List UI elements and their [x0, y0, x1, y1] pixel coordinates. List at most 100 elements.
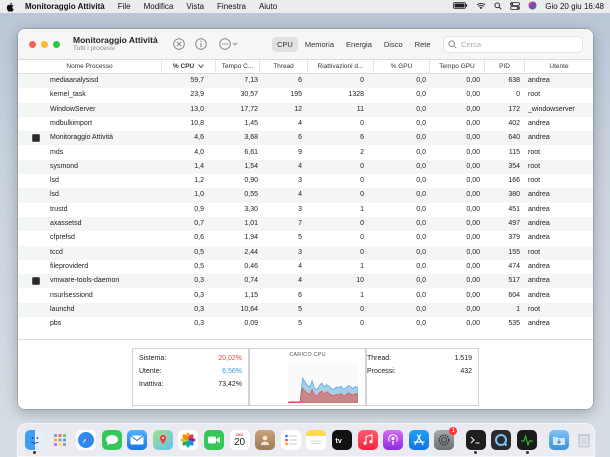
menubar-clock[interactable]: Gio 20 giu 16:48: [545, 2, 604, 11]
thread-count-cell: 6: [298, 77, 302, 84]
table-row[interactable]: launchd 0,3 10,64 5 0 0,0 0,00 1 root: [18, 302, 593, 318]
tab-network[interactable]: Rete: [410, 37, 436, 52]
gpu-time-cell: 0,00: [466, 277, 480, 285]
menu-app-name[interactable]: Monitoraggio Attività: [25, 2, 105, 11]
process-name-cell: Monitoraggio Attività: [50, 134, 114, 142]
table-row[interactable]: trustd 0,9 3,30 3 1 0,0 0,00 451 andrea: [18, 203, 593, 217]
gpu-percent-cell: 0,0: [416, 305, 426, 313]
table-row[interactable]: Monitoraggio Attività 4,6 3,68 6 6 0,0 0,00 640…: [18, 131, 593, 146]
trash-icon[interactable]: [574, 430, 594, 450]
menu-edit[interactable]: Modifica: [144, 2, 174, 11]
col-pid[interactable]: PID: [485, 60, 525, 74]
table-row[interactable]: WindowServer 13,0 17,72 12 11 0,0 0,00 172 _wind…: [18, 102, 593, 117]
zoom-window-button[interactable]: [53, 41, 60, 48]
gpu-percent-cell: 0,0: [416, 148, 426, 156]
contacts-icon[interactable]: [255, 430, 276, 450]
cpu-time-cell: 0,09: [244, 320, 258, 328]
music-icon[interactable]: [357, 430, 378, 450]
stop-process-icon[interactable]: [172, 37, 186, 51]
control-center-icon[interactable]: [510, 1, 521, 12]
activity-monitor-icon[interactable]: [517, 430, 538, 454]
terminal-icon[interactable]: [465, 430, 486, 454]
table-row[interactable]: cfprefsd 0,6 1,94 5 0 0,0 0,00 379 andrea: [18, 231, 593, 245]
process-name-cell: sysmond: [50, 162, 79, 170]
gpu-time-cell: 0,00: [466, 248, 480, 256]
settings-icon[interactable]: 1: [434, 427, 458, 450]
minimize-window-button[interactable]: [41, 41, 48, 48]
system-value: 20,02%: [218, 355, 242, 362]
appletv-icon[interactable]: tv: [331, 430, 352, 450]
downloads-folder-icon[interactable]: [548, 430, 569, 450]
tab-energy[interactable]: Energia: [341, 37, 377, 52]
table-row[interactable]: lsd 1,0 0,55 4 0 0,0 0,00 380 andrea: [18, 188, 593, 203]
menu-file[interactable]: File: [118, 2, 131, 11]
menu-help[interactable]: Aiuto: [259, 2, 277, 11]
battery-icon[interactable]: [453, 2, 468, 11]
podcasts-icon[interactable]: [383, 430, 404, 450]
table-row[interactable]: nsurlsessiond 0,3 1,15 6 1 0,0 0,00 604 andrea: [18, 289, 593, 303]
thread-count-cell: 5: [298, 320, 302, 328]
process-name-cell: lsd: [50, 191, 59, 199]
appstore-icon[interactable]: [408, 430, 429, 450]
facetime-icon[interactable]: [203, 430, 224, 450]
menu-view[interactable]: Vista: [186, 2, 204, 11]
maps-icon[interactable]: [152, 430, 173, 450]
messages-icon[interactable]: [101, 430, 122, 450]
user-cell: root: [528, 91, 541, 99]
wakeups-cell: 0: [360, 177, 364, 185]
table-row[interactable]: mds 4,0 6,61 9 2 0,0 0,00 115 root: [18, 146, 593, 160]
pid-cell: 172: [508, 105, 520, 113]
tab-cpu[interactable]: CPU: [272, 37, 298, 52]
table-row[interactable]: sysmond 1,4 1,54 4 0 0,0 0,00 354 root: [18, 159, 593, 175]
table-row[interactable]: fileproviderd 0,5 0,46 4 1 0,0 0,00 474 andrea: [18, 260, 593, 274]
table-row[interactable]: axassetsd 0,7 1,01 7 0 0,0 0,00 497 andrea: [18, 217, 593, 232]
tab-disk[interactable]: Disco: [379, 37, 408, 52]
threads-label: Thread:: [367, 355, 392, 362]
reminders-icon[interactable]: [280, 430, 301, 450]
more-options-icon[interactable]: [218, 37, 240, 51]
siri-icon[interactable]: [528, 1, 537, 12]
safari-icon[interactable]: [75, 430, 96, 450]
table-row[interactable]: vmware-tools-daemon 0,3 0,74 4 10 0,0 0,00 517 a…: [18, 274, 593, 289]
menu-window[interactable]: Finestra: [217, 2, 246, 11]
photos-icon[interactable]: [178, 430, 199, 450]
col-process-name[interactable]: Nome Processo: [18, 60, 162, 74]
table-row[interactable]: tccd 0,5 2,44 3 0 0,0 0,00 155 root: [18, 245, 593, 260]
mail-icon[interactable]: [127, 430, 148, 450]
quicktime-icon[interactable]: [491, 430, 512, 450]
finder-icon[interactable]: [24, 430, 45, 454]
table-row[interactable]: lsd 1,2 0,90 3 0 0,0 0,00 166 root: [18, 174, 593, 188]
wakeups-cell: 11: [356, 105, 364, 113]
table-row[interactable]: kernel_task 23,9 30,57 195 1328 0,0 0,00 0 root: [18, 88, 593, 102]
wakeups-cell: 0: [360, 248, 364, 256]
search-menubar-icon[interactable]: [494, 1, 502, 12]
notes-icon[interactable]: [306, 430, 327, 450]
col-gpu-time[interactable]: Tempo GPU: [430, 60, 485, 74]
tab-memory[interactable]: Memoria: [300, 37, 339, 52]
info-icon[interactable]: [194, 37, 208, 51]
search-input[interactable]: [461, 40, 571, 49]
close-window-button[interactable]: [29, 41, 36, 48]
col-cpu-percent[interactable]: % CPU: [162, 60, 216, 74]
pid-cell: 0: [516, 91, 520, 99]
cpu-percent-cell: 0,7: [194, 220, 204, 227]
apple-menu-icon[interactable]: [6, 2, 15, 12]
cpu-time-cell: 1,45: [244, 119, 258, 127]
col-cpu-time[interactable]: Tempo C...: [216, 60, 260, 74]
pid-cell: 451: [508, 205, 520, 213]
col-user[interactable]: Utente: [525, 60, 593, 74]
search-field: [443, 36, 583, 53]
table-row[interactable]: mdbulkimport 10,8 1,45 4 0 0,0 0,00 402 andrea: [18, 117, 593, 131]
col-gpu-percent[interactable]: % GPU: [374, 60, 430, 74]
calendar-icon[interactable]: GIU 20: [229, 430, 250, 450]
gpu-time-cell: 0,00: [466, 162, 480, 170]
wifi-icon[interactable]: [476, 2, 486, 12]
user-cell: _windowserver: [528, 105, 575, 113]
table-row[interactable]: pbs 0,3 0,09 5 0 0,0 0,00 535 andrea: [18, 317, 593, 331]
launchpad-icon[interactable]: [50, 430, 71, 450]
col-threads[interactable]: Thread: [260, 60, 308, 74]
col-wakeups[interactable]: Riattivazioni d...: [308, 60, 374, 74]
table-row[interactable]: mediaanalysisd 59,7 7,13 6 0 0,0 0,00 638 andrea: [18, 74, 593, 89]
gpu-percent-cell: 0,0: [416, 177, 426, 185]
gpu-percent-cell: 0,0: [416, 91, 426, 99]
